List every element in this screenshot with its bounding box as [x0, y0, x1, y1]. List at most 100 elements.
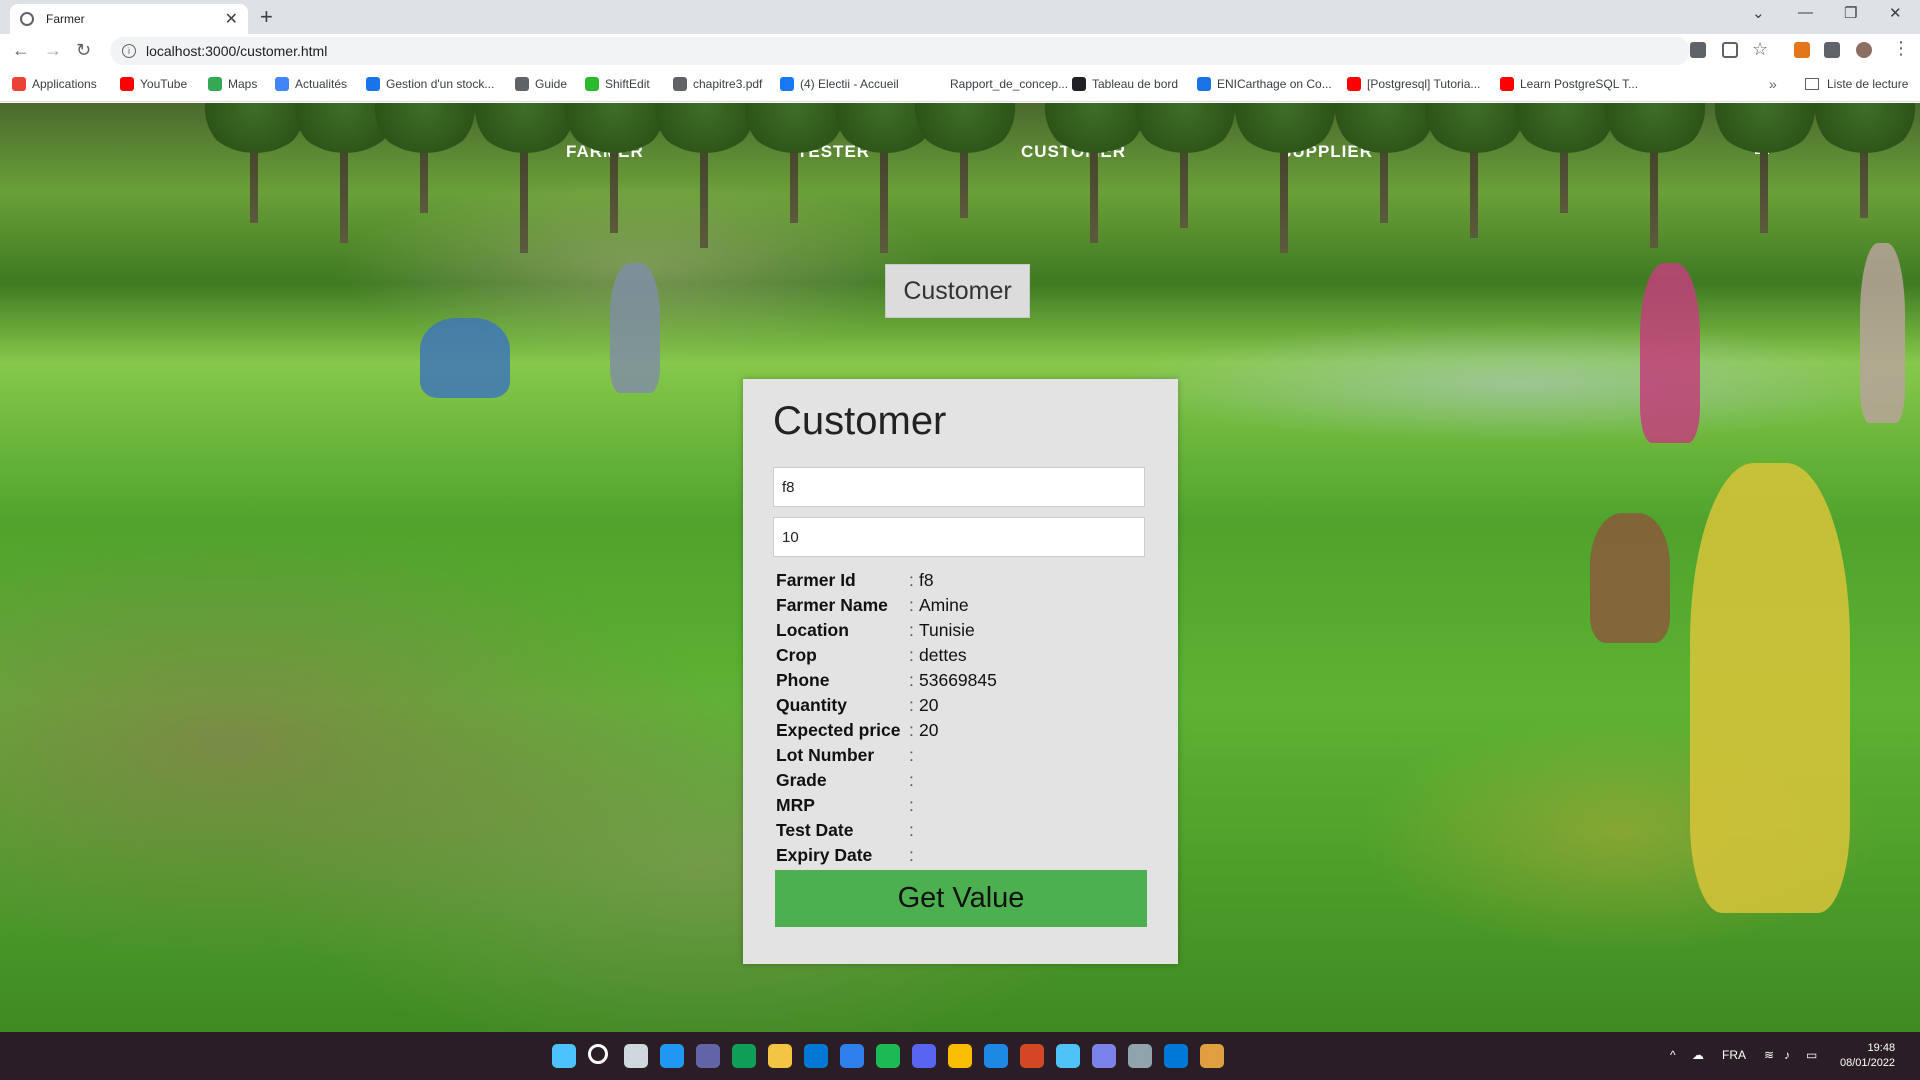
powerpoint-icon[interactable]: [1020, 1044, 1044, 1068]
bookmark-icon: [1197, 77, 1211, 91]
clock-date: 08/01/2022: [1840, 1057, 1896, 1069]
detail-label: Farmer Id: [776, 570, 856, 590]
detail-separator: :: [909, 845, 914, 865]
bookmark-star-icon[interactable]: ☆: [1752, 39, 1768, 60]
reading-list[interactable]: Liste de lecture: [1805, 77, 1908, 91]
teams-chat-icon[interactable]: [696, 1044, 720, 1068]
detail-row: Expiry Date:: [776, 843, 1156, 868]
bookmark-icon: [208, 77, 222, 91]
detail-value: f8: [919, 570, 934, 590]
bookmark-item[interactable]: Actualités: [275, 77, 347, 91]
more-bookmarks-icon[interactable]: »: [1769, 76, 1777, 92]
tab-title: Farmer: [46, 12, 85, 26]
widgets-icon[interactable]: [660, 1044, 684, 1068]
reading-list-label: Liste de lecture: [1827, 77, 1909, 91]
package-icon[interactable]: [1200, 1044, 1224, 1068]
bookmark-icon: [1500, 77, 1514, 91]
spotify-icon[interactable]: [876, 1044, 900, 1068]
windows-taskbar: ^ ☁ FRA ≋ ♪ ▭ 19:48 08/01/2022: [0, 1032, 1920, 1080]
extensions-icon[interactable]: [1824, 42, 1840, 58]
bookmark-item[interactable]: Tableau de bord: [1072, 77, 1178, 91]
bookmark-item[interactable]: YouTube: [120, 77, 187, 91]
minimize-icon[interactable]: —: [1798, 4, 1813, 21]
tab-search-icon[interactable]: ⌄: [1752, 4, 1765, 22]
detail-label: Lot Number: [776, 745, 875, 765]
detail-separator: :: [909, 570, 914, 590]
remote-desktop-icon[interactable]: [1056, 1044, 1080, 1068]
bookmark-icon: [1347, 77, 1361, 91]
detail-label: Grade: [776, 770, 827, 790]
bookmark-item[interactable]: ShiftEdit: [585, 77, 650, 91]
profile-avatar[interactable]: [1856, 42, 1872, 58]
bookmark-item[interactable]: Applications: [12, 77, 97, 91]
page-background: FARMER TESTER CUSTOMER SUPPLIER Customer…: [0, 103, 1920, 1032]
customer-card: Customer Farmer Id:f8Farmer Name:AmineLo…: [743, 379, 1178, 964]
vscode-icon[interactable]: [1164, 1044, 1188, 1068]
bookmark-label: Learn PostgreSQL T...: [1520, 77, 1639, 91]
detail-separator: :: [909, 695, 914, 715]
detail-row: Grade:: [776, 768, 1156, 793]
search-icon[interactable]: [588, 1044, 608, 1064]
bookmark-item[interactable]: ENICarthage on Co...: [1197, 77, 1332, 91]
bookmark-icon: [930, 77, 944, 91]
farm-worker-figure: [1640, 263, 1700, 443]
back-icon[interactable]: ←: [12, 40, 30, 61]
browser-tab[interactable]: Farmer ✕: [10, 4, 248, 34]
address-bar[interactable]: i localhost:3000/customer.html: [110, 37, 1690, 65]
detail-separator: :: [909, 820, 914, 840]
bookmark-icon: [1072, 77, 1086, 91]
battery-icon[interactable]: ▭: [1806, 1048, 1817, 1062]
system-clock[interactable]: 19:48 08/01/2022: [1840, 1041, 1895, 1071]
language-indicator[interactable]: FRA: [1722, 1048, 1746, 1062]
bookmark-item[interactable]: chapitre3.pdf: [673, 77, 762, 91]
bookmark-label: (4) Electii - Accueil: [800, 77, 899, 91]
detail-separator: :: [909, 770, 914, 790]
close-window-icon[interactable]: ✕: [1889, 4, 1902, 22]
bookmark-item[interactable]: Learn PostgreSQL T...: [1500, 77, 1638, 91]
restore-icon[interactable]: ❐: [1844, 4, 1857, 22]
onedrive-icon[interactable]: ☁: [1692, 1048, 1704, 1062]
metamask-icon[interactable]: [1794, 42, 1810, 58]
detail-row: Phone:53669845: [776, 668, 1156, 693]
bookmark-item[interactable]: (4) Electii - Accueil: [780, 77, 899, 91]
farmer-id-input[interactable]: [773, 467, 1145, 507]
detail-label: Quantity: [776, 695, 847, 715]
farm-worker-figure: [1860, 243, 1905, 423]
detail-label: MRP: [776, 795, 815, 815]
bookmark-label: Guide: [535, 77, 568, 91]
file-explorer-icon[interactable]: [768, 1044, 792, 1068]
chrome-icon[interactable]: [948, 1044, 972, 1068]
bookmark-item[interactable]: Guide: [515, 77, 567, 91]
quantity-input[interactable]: [773, 517, 1145, 557]
settings-icon[interactable]: [1128, 1044, 1152, 1068]
todo-icon[interactable]: [840, 1044, 864, 1068]
reload-icon[interactable]: ↻: [76, 40, 91, 61]
close-tab-icon[interactable]: ✕: [225, 9, 238, 29]
tray-chevron-icon[interactable]: ^: [1670, 1048, 1676, 1062]
teams-icon[interactable]: [1092, 1044, 1116, 1068]
new-tab-icon[interactable]: +: [260, 4, 273, 30]
task-view-icon[interactable]: [624, 1044, 648, 1068]
wifi-icon[interactable]: ≋: [1764, 1048, 1774, 1062]
bookmark-item[interactable]: Maps: [208, 77, 257, 91]
menu-icon[interactable]: ⋮: [1892, 38, 1910, 59]
forward-icon[interactable]: →: [44, 40, 62, 61]
site-info-icon[interactable]: i: [122, 44, 136, 58]
bookmark-item[interactable]: Gestion d'un stock...: [366, 77, 494, 91]
detail-label: Test Date: [776, 820, 854, 840]
get-value-button[interactable]: Get Value: [775, 870, 1147, 927]
bookmark-icon: [12, 77, 26, 91]
edge-icon[interactable]: [732, 1044, 756, 1068]
translate-icon[interactable]: [1690, 42, 1706, 58]
customer-header-button[interactable]: Customer: [885, 264, 1030, 318]
photos-icon[interactable]: [984, 1044, 1008, 1068]
start-icon[interactable]: [552, 1044, 576, 1068]
detail-value: 53669845: [919, 670, 997, 690]
discord-icon[interactable]: [912, 1044, 936, 1068]
share-icon[interactable]: [1722, 42, 1738, 58]
volume-icon[interactable]: ♪: [1784, 1048, 1790, 1062]
detail-separator: :: [909, 595, 914, 615]
mail-icon[interactable]: [804, 1044, 828, 1068]
bookmark-item[interactable]: [Postgresql] Tutoria...: [1347, 77, 1480, 91]
bookmark-item[interactable]: Rapport_de_concep...: [930, 77, 1068, 91]
